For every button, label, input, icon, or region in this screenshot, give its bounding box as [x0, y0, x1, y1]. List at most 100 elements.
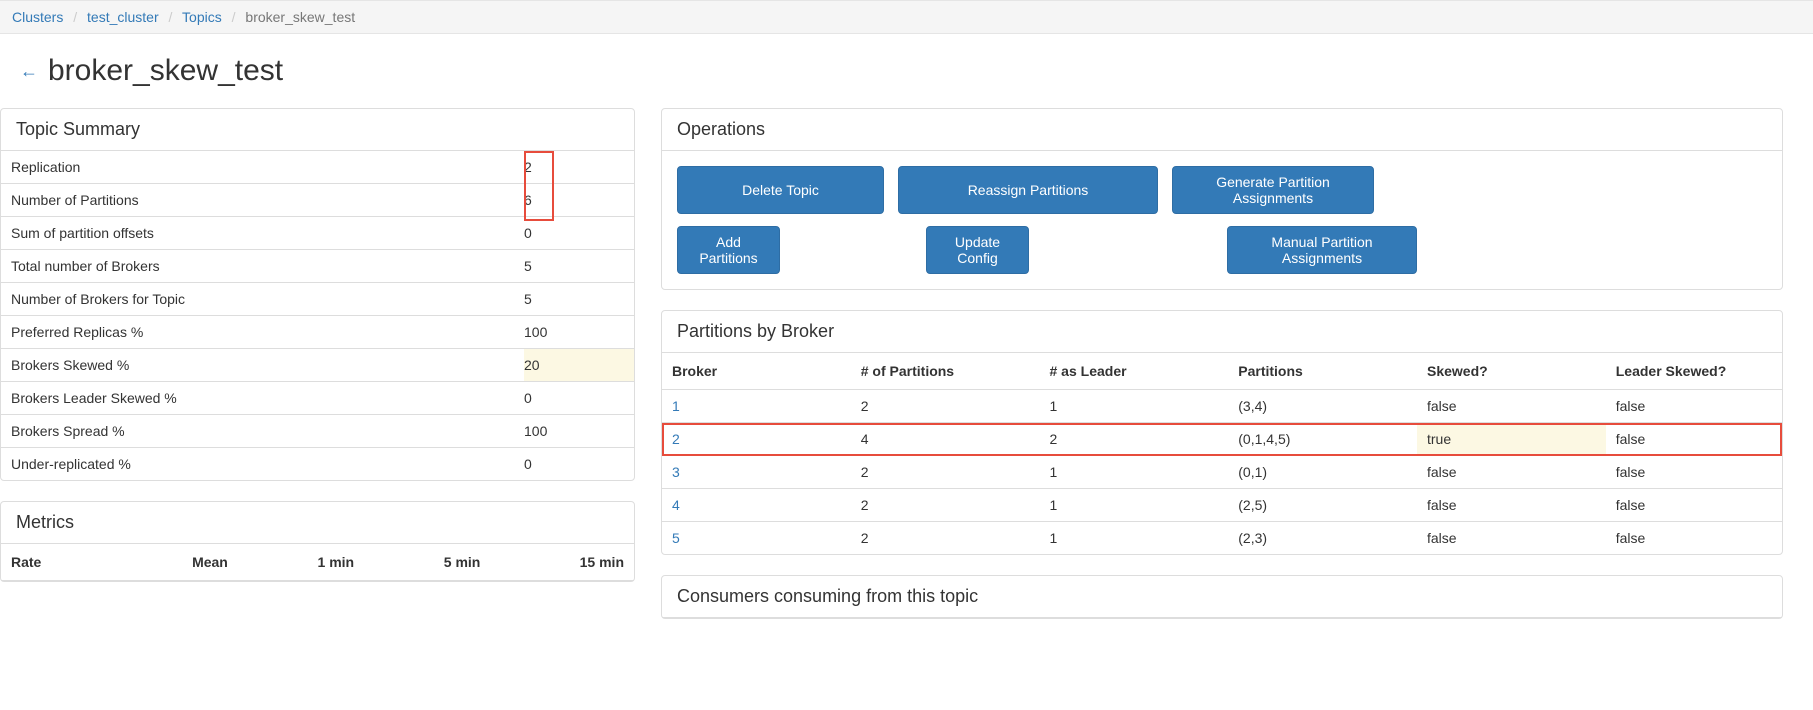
summary-label: Brokers Skewed %	[1, 349, 524, 382]
broker-leader-skewed: false	[1606, 456, 1782, 489]
topic-summary-panel: Topic Summary Replication 2 Number of Pa…	[0, 108, 635, 481]
broker-skewed: false	[1417, 456, 1606, 489]
operations-panel: Operations Delete Topic Reassign Partiti…	[661, 108, 1783, 290]
broker-num-partitions: 2	[851, 456, 1040, 489]
delete-topic-button[interactable]: Delete Topic	[677, 166, 884, 214]
summary-row: Brokers Leader Skewed % 0	[1, 382, 634, 415]
broker-row: 3 2 1 (0,1) false false	[662, 456, 1782, 489]
breadcrumb-separator: /	[67, 9, 83, 25]
metrics-table: Rate Mean 1 min 5 min 15 min	[1, 544, 634, 581]
broker-header-skewed: Skewed?	[1417, 353, 1606, 390]
broker-leader-skewed: false	[1606, 522, 1782, 555]
breadcrumb-separator: /	[163, 9, 179, 25]
broker-row: 4 2 1 (2,5) false false	[662, 489, 1782, 522]
broker-partitions: (0,1,4,5)	[1228, 423, 1417, 456]
broker-partitions: (3,4)	[1228, 390, 1417, 423]
summary-row-replication: Replication 2	[1, 151, 634, 184]
broker-num-leader: 1	[1040, 456, 1229, 489]
broker-num-partitions: 4	[851, 423, 1040, 456]
topic-summary-table: Replication 2 Number of Partitions 6 Sum…	[1, 151, 634, 480]
summary-label: Number of Brokers for Topic	[1, 283, 524, 316]
summary-label: Total number of Brokers	[1, 250, 524, 283]
summary-row: Total number of Brokers 5	[1, 250, 634, 283]
summary-value-skewed: 20	[524, 349, 634, 382]
summary-row: Number of Brokers for Topic 5	[1, 283, 634, 316]
metrics-header-5min: 5 min	[364, 544, 490, 581]
summary-label: Preferred Replicas %	[1, 316, 524, 349]
summary-row: Preferred Replicas % 100	[1, 316, 634, 349]
breadcrumb-clusters[interactable]: Clusters	[12, 9, 63, 25]
breadcrumb-topics[interactable]: Topics	[182, 9, 222, 25]
generate-partition-assignments-button[interactable]: Generate Partition Assignments	[1172, 166, 1374, 214]
summary-row: Sum of partition offsets 0	[1, 217, 634, 250]
summary-label: Sum of partition offsets	[1, 217, 524, 250]
broker-num-partitions: 2	[851, 390, 1040, 423]
metrics-panel: Metrics Rate Mean 1 min 5 min 15 min	[0, 501, 635, 582]
operations-heading: Operations	[662, 109, 1782, 151]
summary-row: Under-replicated % 0	[1, 448, 634, 481]
broker-row: 1 2 1 (3,4) false false	[662, 390, 1782, 423]
reassign-partitions-button[interactable]: Reassign Partitions	[898, 166, 1158, 214]
page-title: broker_skew_test	[48, 54, 283, 88]
broker-num-leader: 1	[1040, 489, 1229, 522]
broker-link[interactable]: 3	[672, 464, 680, 480]
summary-value: 100	[524, 415, 634, 448]
broker-leader-skewed: false	[1606, 489, 1782, 522]
page-header: ← broker_skew_test	[0, 34, 1813, 108]
summary-label: Under-replicated %	[1, 448, 524, 481]
summary-label: Brokers Spread %	[1, 415, 524, 448]
broker-skewed: false	[1417, 522, 1606, 555]
metrics-header-mean: Mean	[113, 544, 238, 581]
broker-header-broker: Broker	[662, 353, 851, 390]
broker-partitions: (0,1)	[1228, 456, 1417, 489]
summary-row: Brokers Spread % 100	[1, 415, 634, 448]
metrics-heading: Metrics	[1, 502, 634, 544]
broker-link[interactable]: 4	[672, 497, 680, 513]
broker-header-partitions: Partitions	[1228, 353, 1417, 390]
broker-num-leader: 2	[1040, 423, 1229, 456]
summary-label: Replication	[1, 151, 524, 184]
partitions-by-broker-table: Broker # of Partitions # as Leader Parti…	[662, 353, 1782, 554]
summary-value: 0	[524, 448, 634, 481]
broker-partitions: (2,3)	[1228, 522, 1417, 555]
broker-header-leader-skewed: Leader Skewed?	[1606, 353, 1782, 390]
add-partitions-button[interactable]: Add Partitions	[677, 226, 780, 274]
partitions-by-broker-heading: Partitions by Broker	[662, 311, 1782, 353]
metrics-header-15min: 15 min	[490, 544, 634, 581]
summary-value: 5	[524, 283, 634, 316]
broker-num-partitions: 2	[851, 522, 1040, 555]
breadcrumb-cluster-name[interactable]: test_cluster	[87, 9, 159, 25]
manual-partition-assignments-button[interactable]: Manual Partition Assignments	[1227, 226, 1417, 274]
consumers-heading: Consumers consuming from this topic	[662, 576, 1782, 618]
summary-value: 5	[524, 250, 634, 283]
broker-header-num-partitions: # of Partitions	[851, 353, 1040, 390]
breadcrumb: Clusters / test_cluster / Topics / broke…	[0, 0, 1813, 34]
broker-skewed: false	[1417, 390, 1606, 423]
broker-skewed-highlighted: true	[1417, 423, 1606, 456]
breadcrumb-current: broker_skew_test	[245, 9, 355, 25]
topic-summary-heading: Topic Summary	[1, 109, 634, 151]
update-config-button[interactable]: Update Config	[926, 226, 1029, 274]
summary-value: 100	[524, 316, 634, 349]
broker-link[interactable]: 1	[672, 398, 680, 414]
broker-partitions: (2,5)	[1228, 489, 1417, 522]
summary-value-partitions: 6	[524, 184, 634, 217]
broker-num-leader: 1	[1040, 522, 1229, 555]
broker-header-num-leader: # as Leader	[1040, 353, 1229, 390]
summary-row-partitions: Number of Partitions 6	[1, 184, 634, 217]
consumers-panel: Consumers consuming from this topic	[661, 575, 1783, 619]
summary-value: 0	[524, 382, 634, 415]
summary-label: Number of Partitions	[1, 184, 524, 217]
broker-num-leader: 1	[1040, 390, 1229, 423]
broker-link[interactable]: 5	[672, 530, 680, 546]
summary-value: 0	[524, 217, 634, 250]
broker-row: 5 2 1 (2,3) false false	[662, 522, 1782, 555]
metrics-header-rate: Rate	[1, 544, 113, 581]
breadcrumb-separator: /	[226, 9, 242, 25]
back-arrow-icon[interactable]: ←	[20, 61, 38, 82]
broker-link[interactable]: 2	[672, 431, 680, 447]
summary-row-skewed: Brokers Skewed % 20	[1, 349, 634, 382]
summary-value-replication: 2	[524, 151, 634, 184]
summary-label: Brokers Leader Skewed %	[1, 382, 524, 415]
broker-leader-skewed: false	[1606, 423, 1782, 456]
